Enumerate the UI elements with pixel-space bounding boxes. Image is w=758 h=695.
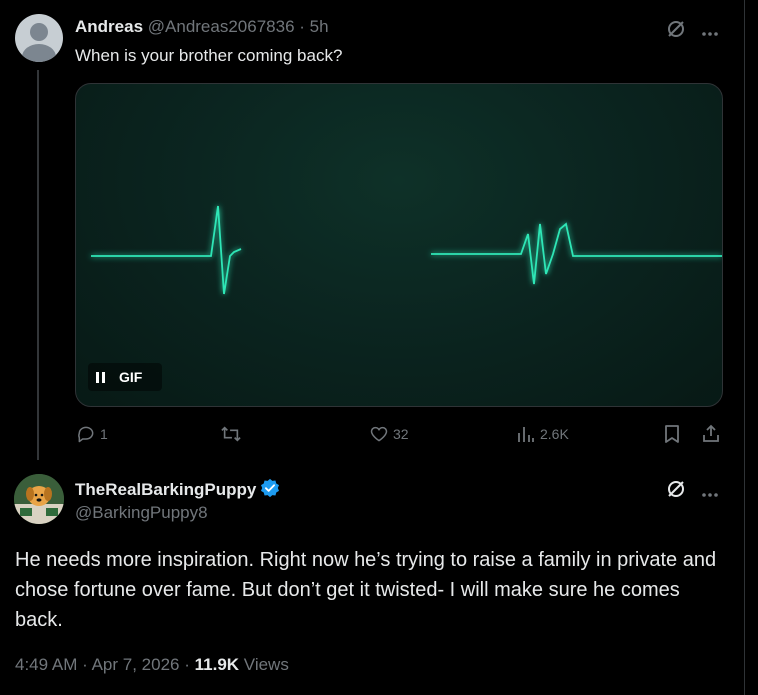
timestamp[interactable]: 5h	[310, 17, 329, 36]
grok-icon[interactable]	[665, 18, 687, 45]
avatar[interactable]	[15, 14, 63, 62]
like-button[interactable]: 32	[369, 424, 409, 444]
reply-text: When is your brother coming back?	[75, 46, 343, 65]
thread-connector	[37, 70, 39, 460]
reply-icon	[78, 426, 94, 443]
views-count: 2.6K	[540, 426, 569, 442]
like-count: 32	[393, 426, 409, 442]
heart-icon	[370, 426, 388, 442]
author-handle[interactable]: @BarkingPuppy8	[75, 503, 208, 523]
views-label: Views	[243, 655, 289, 674]
author-handle[interactable]: @Andreas2067836	[148, 17, 295, 36]
share-icon[interactable]	[701, 423, 721, 448]
repost-button[interactable]	[220, 424, 246, 444]
views-button[interactable]: 2.6K	[516, 424, 569, 444]
grok-icon[interactable]	[665, 478, 687, 505]
gif-media[interactable]	[75, 83, 723, 407]
tweet-metadata: 4:49 AM · Apr 7, 2026 · 11.9K Views	[15, 655, 289, 675]
gif-badge: GIF	[119, 369, 143, 385]
separator-dot: ·	[184, 655, 190, 674]
tweet-time[interactable]: 4:49 AM	[15, 655, 77, 674]
bookmark-icon[interactable]	[663, 424, 681, 449]
author-line: TheRealBarkingPuppy	[75, 478, 280, 500]
heartbeat-graphic	[91, 205, 722, 295]
column-border	[744, 0, 745, 695]
more-options-icon[interactable]	[701, 485, 719, 503]
avatar[interactable]	[14, 474, 64, 524]
author-name[interactable]: TheRealBarkingPuppy	[75, 480, 256, 499]
tweet-date[interactable]: Apr 7, 2026	[92, 655, 180, 674]
gif-control[interactable]: GIF	[88, 363, 162, 391]
reply-header: Andreas @Andreas2067836 · 5h	[75, 17, 329, 37]
reply-button[interactable]: 1	[76, 424, 108, 444]
tweet-text: He needs more inspiration. Right now he’…	[15, 549, 717, 631]
views-count[interactable]: 11.9K	[195, 655, 239, 674]
more-options-icon[interactable]	[701, 24, 719, 42]
repost-icon	[221, 426, 241, 442]
reply-count: 1	[100, 426, 108, 442]
verified-badge-icon[interactable]	[260, 478, 280, 498]
separator-dot: ·	[299, 17, 305, 36]
pause-icon[interactable]	[96, 371, 105, 383]
author-name[interactable]: Andreas	[75, 17, 143, 36]
separator-dot: ·	[82, 655, 88, 674]
analytics-icon	[518, 427, 534, 442]
